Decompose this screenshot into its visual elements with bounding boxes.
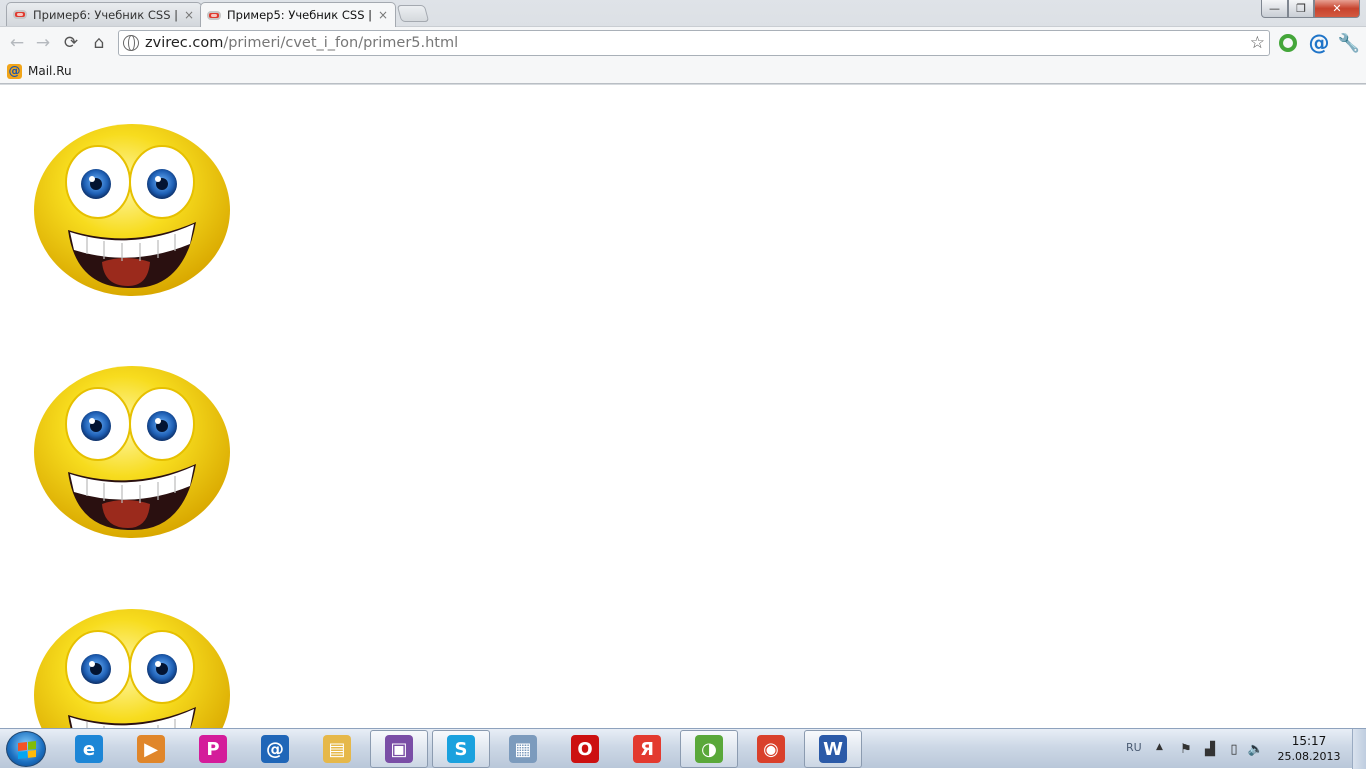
tab-title: Пример6: Учебник CSS | Р [33,7,180,22]
smiley-face-image [33,365,231,539]
taskbar-button[interactable]: ▣ [370,730,428,768]
chrome-icon: ◉ [757,735,785,763]
site-favicon-icon [13,10,27,19]
bookmarks-bar: @ Mail.Ru [0,59,1366,84]
taskbar-button[interactable]: O [556,730,614,768]
taskbar-button[interactable]: ▦ [494,730,552,768]
smiley-face-image [33,608,231,728]
opera-icon: O [571,735,599,763]
taskbar-button[interactable]: ▤ [308,730,366,768]
taskbar-button[interactable]: P [184,730,242,768]
taskbar-button[interactable]: e [60,730,118,768]
page-content [0,85,1366,728]
word-icon: W [819,735,847,763]
window-minimize-button[interactable]: — [1261,0,1288,18]
back-button[interactable]: ← [5,31,29,55]
yandex-icon: Я [633,735,661,763]
extension-green-ring-icon[interactable] [1277,32,1299,54]
taskbar-button[interactable]: S [432,730,490,768]
system-clock[interactable]: 15:17 25.08.2013 [1276,734,1342,763]
mailru-icon: @ [7,63,22,79]
tab-strip: Пример6: Учебник CSS | Р × Пример5: Учеб… [0,0,1366,27]
clock-date: 25.08.2013 [1277,750,1341,763]
taskbar-button[interactable]: ◑ [680,730,738,768]
windows-logo-icon [18,741,36,759]
bookmark-mailru[interactable]: Mail.Ru [28,64,72,78]
mail-extension-icon[interactable]: @ [1308,31,1330,55]
start-button[interactable] [6,731,46,767]
colorful-app-icon: ◑ [695,735,723,763]
explorer-folder-icon: ▤ [323,735,351,763]
taskbar-button[interactable]: ◉ [742,730,800,768]
browser-toolbar: ← → ⟳ ⌂ zvirec.com/primeri/cvet_i_fon/pr… [0,26,1366,59]
calculator-icon: ▦ [509,735,537,763]
home-button[interactable]: ⌂ [87,31,111,55]
forward-button[interactable]: → [31,31,55,55]
language-indicator[interactable]: RU [1126,741,1142,754]
action-center-flag-icon[interactable]: ⚑ [1178,741,1194,757]
taskbar-button[interactable]: W [804,730,862,768]
show-desktop-button[interactable] [1352,729,1366,769]
battery-icon[interactable]: ▯ [1226,741,1242,757]
taskbar-button[interactable]: Я [618,730,676,768]
window-close-button[interactable]: ✕ [1314,0,1360,18]
globe-icon [123,35,139,51]
window-maximize-button[interactable]: ❐ [1288,0,1314,18]
tab-title: Пример5: Учебник CSS | Р [227,8,374,22]
skype-icon: S [447,735,475,763]
new-tab-button[interactable] [396,5,430,22]
wrench-menu-icon[interactable]: 🔧 [1338,32,1360,54]
volume-icon[interactable]: 🔈 [1248,741,1264,757]
url-path: /primeri/cvet_i_fon/primer5.html [223,35,459,51]
clock-time: 15:17 [1291,734,1327,748]
windows-taskbar: e ▶ P @ ▤ ▣ S ▦ O Я ◑ ◉ W RU ▲ ⚑ ▟ ▯ 🔈 15:17 25.08.2… [0,728,1366,769]
internet-explorer-icon: e [75,735,103,763]
site-favicon-icon [207,10,221,20]
tab-close-icon[interactable]: × [183,8,195,22]
tab-primer5[interactable]: Пример5: Учебник CSS | Р × [200,2,396,27]
mail-agent-icon: @ [261,735,289,763]
address-bar[interactable]: zvirec.com/primeri/cvet_i_fon/primer5.ht… [118,30,1270,56]
bookmark-star-icon[interactable]: ☆ [1250,33,1265,53]
taskbar-button[interactable]: @ [246,730,304,768]
taskbar-button[interactable]: ▶ [122,730,180,768]
tab-close-icon[interactable]: × [377,8,389,22]
browser-chrome: Пример6: Учебник CSS | Р × Пример5: Учеб… [0,0,1366,85]
system-tray: RU ▲ ⚑ ▟ ▯ 🔈 15:17 25.08.2013 [1116,729,1366,769]
media-player-icon: ▶ [137,735,165,763]
floppy-save-icon: ▣ [385,735,413,763]
smiley-face-image [33,123,231,297]
network-signal-icon[interactable]: ▟ [1202,741,1218,757]
tab-primer6[interactable]: Пример6: Учебник CSS | Р × [6,2,202,26]
show-hidden-icons-arrow-icon[interactable]: ▲ [1156,742,1163,752]
url-host: zvirec.com [145,35,224,51]
reload-button[interactable]: ⟳ [59,31,83,55]
p-app-icon: P [199,735,227,763]
